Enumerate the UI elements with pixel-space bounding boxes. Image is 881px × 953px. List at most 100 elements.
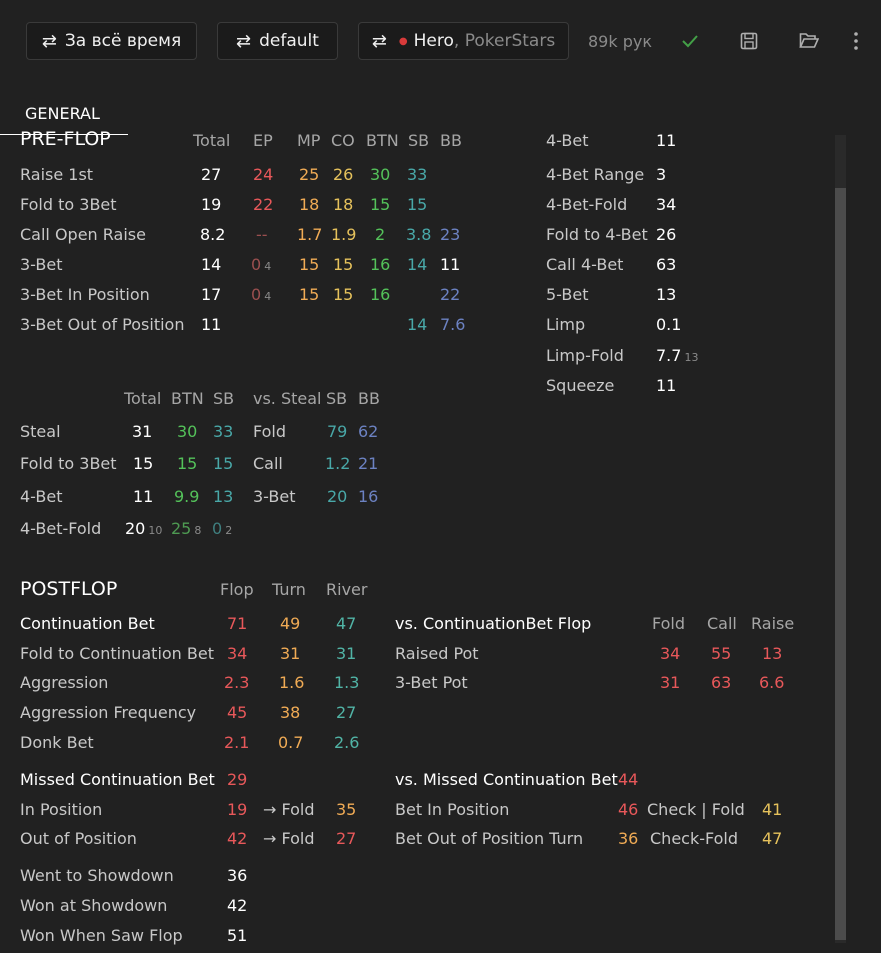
stat-value: 31 bbox=[336, 644, 357, 663]
stat-value: 47 bbox=[762, 829, 783, 848]
period-button[interactable]: ⇄ За всё время bbox=[26, 22, 197, 60]
save-icon[interactable] bbox=[740, 32, 758, 50]
stat-value: 2.1 bbox=[224, 733, 250, 752]
stat-label[interactable]: Squeeze bbox=[546, 376, 614, 395]
stat-value: 2 bbox=[375, 225, 386, 244]
stat-label[interactable]: 3-Bet bbox=[253, 487, 295, 506]
stat-label[interactable]: Call 4-Bet bbox=[546, 255, 623, 274]
stat-label[interactable]: Limp-Fold bbox=[546, 346, 624, 365]
stat-label[interactable]: Raised Pot bbox=[395, 644, 479, 663]
more-menu-icon[interactable] bbox=[853, 31, 859, 51]
stat-label[interactable]: 5-Bet bbox=[546, 285, 588, 304]
stat-label[interactable]: Raise 1st bbox=[20, 165, 93, 184]
stat-label[interactable]: 3-Bet Pot bbox=[395, 673, 468, 692]
stat-value: 79 bbox=[327, 422, 348, 441]
stat-label[interactable]: Call bbox=[253, 454, 283, 473]
site-name: PokerStars bbox=[464, 31, 556, 51]
stat-label: Check-Fold bbox=[650, 829, 739, 848]
stat-value: 15 bbox=[133, 454, 154, 473]
stat-value: 13 bbox=[213, 487, 234, 506]
stat-value: 1.7 bbox=[297, 225, 323, 244]
missed-cbet-title[interactable]: Missed Continuation Bet bbox=[20, 770, 215, 789]
stat-label[interactable]: 3-Bet In Position bbox=[20, 285, 150, 304]
stat-value: 7.6 bbox=[440, 315, 466, 334]
swap-icon: ⇄ bbox=[236, 30, 252, 52]
stat-value: 45 bbox=[227, 703, 248, 722]
header-turn: Turn bbox=[272, 580, 306, 599]
stat-label[interactable]: Won When Saw Flop bbox=[20, 926, 183, 945]
stat-value: 15 bbox=[177, 454, 198, 473]
stat-value: 31 bbox=[132, 422, 153, 441]
stat-value: 34 bbox=[656, 195, 677, 214]
stat-value: 3 bbox=[656, 165, 667, 184]
period-label: За всё время bbox=[64, 31, 182, 51]
stat-value: 7.7 13 bbox=[656, 346, 699, 365]
stat-label[interactable]: Fold to 3Bet bbox=[20, 195, 117, 214]
check-icon[interactable] bbox=[681, 34, 699, 48]
stat-value: 2.3 bbox=[224, 673, 250, 692]
stat-value: 34 bbox=[660, 644, 681, 663]
player-button[interactable]: ⇄ ● Hero, PokerStars bbox=[358, 22, 569, 60]
status-dot-icon: ● bbox=[398, 35, 408, 47]
stat-label[interactable]: Bet Out of Position Turn bbox=[395, 829, 583, 848]
header-sb: SB bbox=[213, 389, 235, 408]
stat-label: → Fold bbox=[263, 829, 315, 848]
stat-label[interactable]: 4-Bet bbox=[546, 131, 588, 150]
stat-label[interactable]: Fold bbox=[253, 422, 286, 441]
stat-label[interactable]: 3-Bet bbox=[20, 255, 62, 274]
stat-value: 16 bbox=[358, 487, 379, 506]
stat-label[interactable]: 4-Bet-Fold bbox=[546, 195, 627, 214]
stat-label[interactable]: Donk Bet bbox=[20, 733, 94, 752]
stat-value: 16 bbox=[370, 285, 391, 304]
stat-label[interactable]: Aggression Frequency bbox=[20, 703, 196, 722]
player-name: Hero bbox=[413, 31, 454, 51]
header-total: Total bbox=[124, 389, 162, 408]
stat-label[interactable]: 4-Bet Range bbox=[546, 165, 644, 184]
folder-open-icon[interactable] bbox=[799, 32, 819, 49]
filter-button[interactable]: ⇄ default bbox=[217, 22, 338, 60]
stat-label[interactable]: Continuation Bet bbox=[20, 614, 155, 633]
stat-label[interactable]: Bet In Position bbox=[395, 800, 509, 819]
stat-value: 31 bbox=[660, 673, 681, 692]
stat-label[interactable]: 3-Bet Out of Position bbox=[20, 315, 184, 334]
stat-label[interactable]: 4-Bet-Fold bbox=[20, 519, 101, 538]
stat-label[interactable]: Limp bbox=[546, 315, 585, 334]
stat-label[interactable]: Call Open Raise bbox=[20, 225, 146, 244]
stat-label[interactable]: In Position bbox=[20, 800, 102, 819]
stat-value: 36 bbox=[618, 829, 639, 848]
stat-value: 36 bbox=[227, 866, 248, 885]
stat-label[interactable]: 4-Bet bbox=[20, 487, 62, 506]
stat-value: 15 bbox=[407, 195, 428, 214]
stat-label[interactable]: Won at Showdown bbox=[20, 896, 167, 915]
stat-value: 25 8 bbox=[171, 519, 202, 538]
stat-value: 26 bbox=[656, 225, 677, 244]
stat-value: 04 bbox=[251, 255, 272, 274]
stat-value: 25 bbox=[299, 165, 320, 184]
stat-label: → Fold bbox=[263, 800, 315, 819]
swap-icon: ⇄ bbox=[41, 30, 57, 52]
stat-value: 27 bbox=[336, 829, 357, 848]
stat-value: 13 bbox=[656, 285, 677, 304]
stat-label[interactable]: Aggression bbox=[20, 673, 108, 692]
stat-value: 62 bbox=[358, 422, 379, 441]
stat-label[interactable]: Fold to 4-Bet bbox=[546, 225, 648, 244]
stat-label[interactable]: Fold to Continuation Bet bbox=[20, 644, 214, 663]
scrollbar-thumb[interactable] bbox=[835, 188, 846, 940]
tab-general[interactable]: GENERAL bbox=[25, 104, 100, 123]
stat-label[interactable]: Out of Position bbox=[20, 829, 137, 848]
stat-value: 20 10 bbox=[125, 519, 163, 538]
stat-value: 51 bbox=[227, 926, 248, 945]
header-sb: SB bbox=[326, 389, 348, 408]
vs-cbet-title[interactable]: vs. ContinuationBet Flop bbox=[395, 614, 591, 633]
stat-value: 55 bbox=[711, 644, 732, 663]
stat-value: 27 bbox=[336, 703, 357, 722]
header-fold: Fold bbox=[652, 614, 686, 633]
stat-label[interactable]: Went to Showdown bbox=[20, 866, 174, 885]
stat-value: 22 bbox=[440, 285, 461, 304]
vs-missed-cbet-title[interactable]: vs. Missed Continuation Bet bbox=[395, 770, 618, 789]
stat-label[interactable]: Fold to 3Bet bbox=[20, 454, 117, 473]
stat-value: 6.6 bbox=[759, 673, 785, 692]
stat-value: 1.6 bbox=[279, 673, 305, 692]
postflop-title: POSTFLOP bbox=[20, 578, 118, 600]
stat-label[interactable]: Steal bbox=[20, 422, 61, 441]
